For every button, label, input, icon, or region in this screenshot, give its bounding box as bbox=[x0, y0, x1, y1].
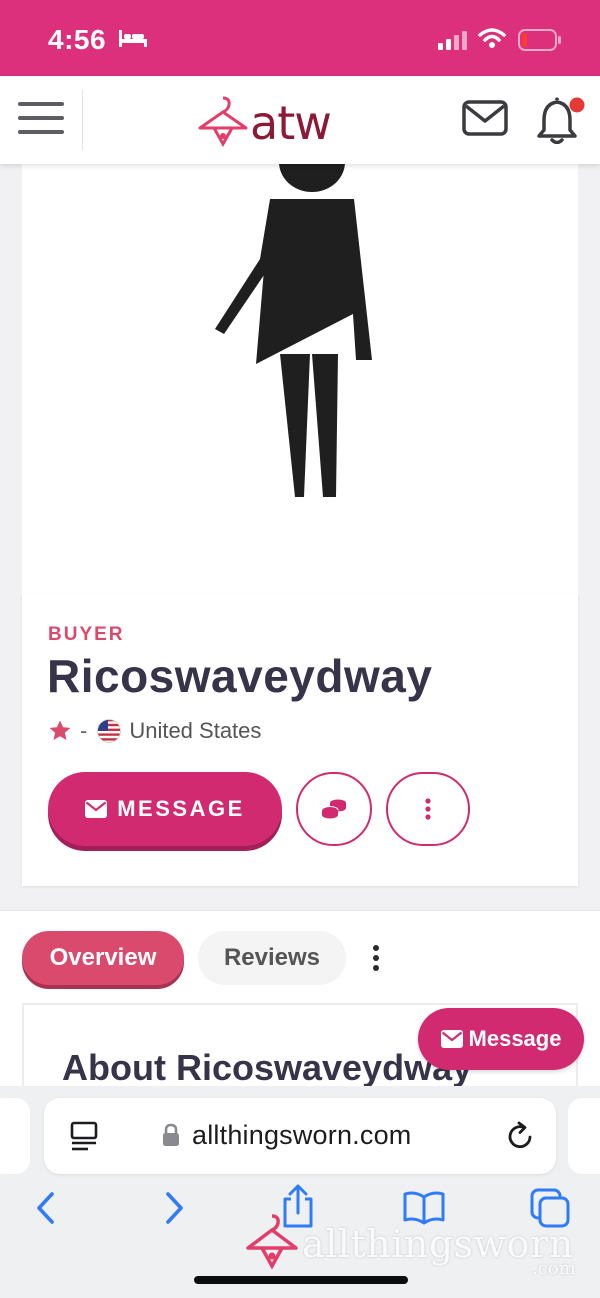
kebab-menu-icon bbox=[425, 798, 431, 820]
tab-overview[interactable]: Overview bbox=[22, 931, 184, 985]
country-text: United States bbox=[129, 718, 262, 743]
notification-dot bbox=[569, 97, 585, 113]
status-time: 4:56 bbox=[48, 24, 107, 55]
browser-toolbar: allthingsworn.com allthingsworn .com bbox=[0, 1086, 600, 1298]
wifi-icon bbox=[478, 28, 506, 48]
us-flag-icon bbox=[97, 719, 122, 743]
reload-icon[interactable] bbox=[506, 1120, 536, 1152]
url-text: allthingsworn.com bbox=[192, 1120, 412, 1150]
menu-icon[interactable] bbox=[18, 98, 66, 138]
tabs-more-icon[interactable] bbox=[366, 941, 386, 975]
profile-meta: - United States bbox=[48, 716, 261, 746]
next-tab-preview[interactable] bbox=[568, 1098, 600, 1174]
username-heading: Ricoswaveydway bbox=[47, 650, 433, 702]
page-menu-icon[interactable] bbox=[70, 1121, 98, 1151]
floating-message-button[interactable]: Message bbox=[418, 1008, 584, 1070]
home-indicator bbox=[194, 1276, 408, 1284]
tip-coins-button[interactable] bbox=[296, 772, 372, 846]
mail-icon[interactable] bbox=[462, 100, 508, 136]
floating-message-label: Message bbox=[468, 1026, 562, 1051]
more-options-button[interactable] bbox=[386, 772, 470, 846]
bookmarks-icon[interactable] bbox=[402, 1190, 446, 1226]
forward-icon[interactable] bbox=[164, 1188, 186, 1228]
lock-icon bbox=[163, 1123, 179, 1146]
tab-reviews[interactable]: Reviews bbox=[198, 931, 346, 985]
site-header: atw bbox=[0, 76, 600, 164]
profile-card: BUYER Ricoswaveydway - United States MES… bbox=[22, 594, 578, 886]
header-divider bbox=[82, 90, 83, 150]
watermark-text: allthingsworn bbox=[302, 1222, 574, 1266]
profile-photo bbox=[22, 164, 578, 594]
watermark-suffix: .com bbox=[532, 1258, 576, 1279]
back-icon[interactable] bbox=[34, 1188, 56, 1228]
cellular-signal-icon bbox=[438, 31, 467, 50]
message-button[interactable]: MESSAGE bbox=[48, 772, 282, 846]
tabs-icon[interactable] bbox=[530, 1188, 572, 1228]
role-label: BUYER bbox=[48, 624, 125, 645]
envelope-icon bbox=[85, 800, 108, 818]
share-icon[interactable] bbox=[280, 1184, 316, 1230]
envelope-icon bbox=[440, 1030, 463, 1048]
battery-icon bbox=[518, 29, 561, 51]
default-avatar-figure bbox=[215, 164, 372, 497]
star-icon bbox=[49, 720, 71, 740]
message-button-label: MESSAGE bbox=[117, 796, 245, 821]
rating-value: - bbox=[80, 718, 88, 743]
coins-icon bbox=[321, 799, 346, 819]
about-heading: About Ricoswaveydway bbox=[62, 1047, 473, 1088]
address-bar[interactable]: allthingsworn.com bbox=[44, 1098, 556, 1174]
logo-text: atw bbox=[250, 96, 332, 150]
previous-tab-preview[interactable] bbox=[0, 1098, 30, 1174]
hanger-icon bbox=[198, 96, 248, 148]
status-bar: 4:56 bbox=[0, 0, 600, 76]
site-logo[interactable]: atw bbox=[196, 92, 366, 150]
sleep-mode-icon bbox=[119, 30, 147, 47]
notification-bell-icon[interactable] bbox=[534, 96, 586, 144]
